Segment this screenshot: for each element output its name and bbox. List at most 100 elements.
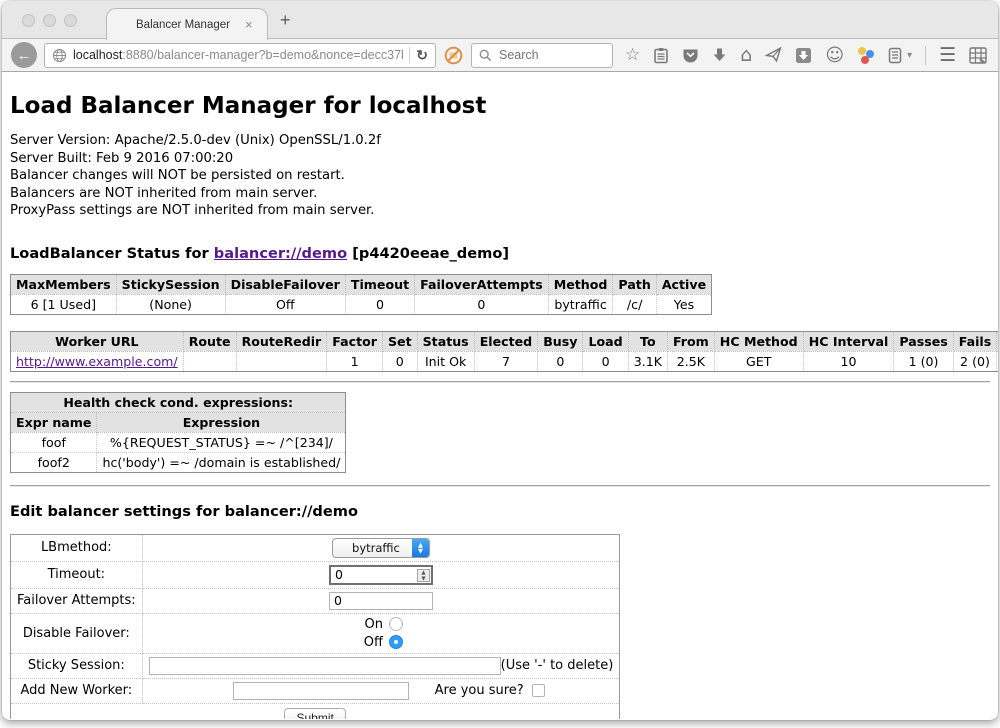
zoom-window-button[interactable] bbox=[64, 14, 77, 27]
page-content: Load Balancer Manager for localhost Serv… bbox=[2, 72, 998, 719]
col-active: Active bbox=[656, 274, 711, 294]
reload-icon[interactable]: ↻ bbox=[416, 47, 428, 64]
server-info: Server Version: Apache/2.5.0-dev (Unix) … bbox=[10, 132, 990, 220]
submit-button[interactable]: Submit bbox=[284, 708, 345, 720]
send-plane-icon[interactable] bbox=[765, 47, 782, 63]
lbmethod-select[interactable]: bytraffic ▲▼ bbox=[332, 538, 430, 558]
minimize-window-button[interactable] bbox=[43, 14, 56, 27]
tab-balancer-manager[interactable]: Balancer Manager × bbox=[106, 8, 268, 40]
sticky-session-input[interactable] bbox=[149, 657, 501, 675]
failover-on-radio[interactable] bbox=[389, 617, 403, 631]
url-host: localhost bbox=[73, 48, 122, 62]
proxypass-note-line: ProxyPass settings are NOT inherited fro… bbox=[10, 202, 990, 220]
lbmethod-row: LBmethod: bytraffic ▲▼ bbox=[11, 534, 620, 561]
timeout-label: Timeout: bbox=[11, 561, 143, 588]
failover-attempts-input[interactable] bbox=[329, 592, 433, 610]
back-icon: ← bbox=[17, 47, 32, 64]
status-prefix: LoadBalancer Status for bbox=[10, 245, 214, 262]
url-text[interactable]: localhost:8880/balancer-manager?b=demo&n… bbox=[73, 48, 403, 62]
browser-window: Balancer Manager × + ← localhost:8880/ba… bbox=[2, 1, 998, 720]
image-block-icon[interactable] bbox=[443, 45, 464, 66]
col-timeout: Timeout bbox=[345, 274, 414, 294]
panel-download-icon[interactable] bbox=[795, 47, 812, 64]
balancer-demo-link[interactable]: balancer://demo bbox=[214, 245, 347, 262]
back-button[interactable]: ← bbox=[11, 42, 37, 68]
search-input[interactable] bbox=[497, 47, 605, 63]
status-suffix: [p4420eeae_demo] bbox=[347, 245, 509, 262]
edit-settings-heading: Edit balancer settings for balancer://de… bbox=[10, 503, 990, 520]
chevron-down-icon[interactable]: ▾ bbox=[907, 47, 912, 64]
navigation-toolbar: ← localhost:8880/balancer-manager?b=demo… bbox=[2, 39, 998, 72]
download-arrow-icon[interactable] bbox=[712, 47, 727, 63]
worker-header-row: Worker URL Route RouteRedir Factor Set S… bbox=[11, 331, 999, 351]
col-path: Path bbox=[613, 274, 656, 294]
color-dots-icon[interactable] bbox=[857, 46, 875, 64]
pocket-icon[interactable] bbox=[682, 47, 699, 63]
health-title-row: Health check cond. expressions: bbox=[11, 392, 346, 412]
col-failoverattempts: FailoverAttempts bbox=[415, 274, 549, 294]
failover-attempts-row: Failover Attempts: bbox=[11, 588, 620, 613]
add-worker-label: Add New Worker: bbox=[11, 678, 143, 703]
close-window-button[interactable] bbox=[22, 14, 35, 27]
failover-attempts-label: Failover Attempts: bbox=[11, 588, 143, 613]
new-tab-button[interactable]: + bbox=[280, 10, 291, 31]
are-you-sure-checkbox[interactable] bbox=[532, 684, 545, 697]
toolbar-icons: ☆ ⌂ ☺ ▾ ☰ bbox=[625, 46, 987, 65]
search-icon bbox=[479, 49, 492, 62]
server-built-line: Server Built: Feb 9 2016 07:00:20 bbox=[10, 150, 990, 168]
tab-title: Balancer Manager bbox=[107, 19, 245, 31]
menu-hamburger-icon[interactable]: ☰ bbox=[939, 47, 956, 64]
col-maxmembers: MaxMembers bbox=[11, 274, 117, 294]
worker-data-row: http://www.example.com/ 1 0 Init Ok 7 0 … bbox=[11, 351, 999, 371]
globe-icon bbox=[52, 48, 67, 63]
tab-close-icon[interactable]: × bbox=[245, 17, 267, 32]
col-disablefailover: DisableFailover bbox=[225, 274, 345, 294]
search-bar[interactable] bbox=[471, 43, 613, 68]
number-spinner-icon[interactable]: ▲▼ bbox=[417, 569, 430, 582]
bookmark-star-icon[interactable]: ☆ bbox=[625, 47, 640, 64]
url-bar[interactable]: localhost:8880/balancer-manager?b=demo&n… bbox=[44, 43, 436, 68]
toolbar-separator bbox=[925, 46, 926, 65]
loadbalancer-status-heading: LoadBalancer Status for balancer://demo … bbox=[10, 245, 990, 262]
select-stepper-icon: ▲▼ bbox=[412, 539, 429, 557]
balancer-data-row: 6 [1 Used] (None) Off 0 0 bytraffic /c/ … bbox=[11, 294, 712, 314]
grid-panel-icon[interactable] bbox=[969, 47, 987, 64]
server-version-line: Server Version: Apache/2.5.0-dev (Unix) … bbox=[10, 132, 990, 150]
submit-row: Submit bbox=[11, 703, 620, 719]
radio-on-label: On bbox=[359, 617, 383, 632]
radio-off-label: Off bbox=[359, 635, 383, 650]
are-you-sure-label: Are you sure? bbox=[435, 683, 524, 698]
disable-failover-row: Disable Failover: On Off bbox=[11, 613, 620, 653]
notes-panel-icon[interactable] bbox=[888, 47, 902, 64]
balancer-header-row: MaxMembers StickySession DisableFailover… bbox=[11, 274, 712, 294]
health-table-title: Health check cond. expressions: bbox=[11, 392, 346, 412]
persist-note-line: Balancer changes will NOT be persisted o… bbox=[10, 167, 990, 185]
sticky-session-hint: (Use '-' to delete) bbox=[501, 658, 614, 673]
reading-list-icon[interactable] bbox=[653, 47, 669, 64]
lbmethod-selected-value: bytraffic bbox=[347, 541, 405, 555]
health-header-row: Expr name Expression bbox=[11, 412, 346, 432]
balancer-status-table: MaxMembers StickySession DisableFailover… bbox=[10, 274, 712, 315]
home-icon[interactable]: ⌂ bbox=[740, 47, 752, 64]
col-expression: Expression bbox=[97, 412, 346, 432]
url-path: :8880/balancer-manager?b=demo&nonce=decc… bbox=[122, 48, 403, 62]
timeout-row: Timeout: ▲▼ bbox=[11, 561, 620, 588]
failover-off-radio[interactable] bbox=[389, 635, 403, 649]
inherit-note-line: Balancers are NOT inherited from main se… bbox=[10, 185, 990, 203]
add-worker-row: Add New Worker: Are you sure? bbox=[11, 678, 620, 703]
sticky-session-row: Sticky Session: (Use '-' to delete) bbox=[11, 653, 620, 678]
urlbar-separator bbox=[409, 47, 410, 63]
balancer-settings-form: LBmethod: bytraffic ▲▼ Timeout: ▲▼ bbox=[10, 534, 620, 720]
divider bbox=[10, 381, 990, 383]
health-check-table: Health check cond. expressions: Expr nam… bbox=[10, 392, 346, 473]
add-worker-input[interactable] bbox=[233, 682, 409, 700]
tab-bar: Balancer Manager × + bbox=[2, 1, 998, 39]
window-controls bbox=[22, 14, 77, 27]
worker-table: Worker URL Route RouteRedir Factor Set S… bbox=[10, 331, 998, 372]
col-expr-name: Expr name bbox=[11, 412, 97, 432]
col-worker-url: Worker URL bbox=[11, 331, 184, 351]
lbmethod-label: LBmethod: bbox=[11, 534, 143, 561]
feedback-smiley-icon[interactable]: ☺ bbox=[825, 47, 844, 64]
worker-url-link[interactable]: http://www.example.com/ bbox=[16, 354, 178, 369]
divider bbox=[10, 485, 990, 487]
